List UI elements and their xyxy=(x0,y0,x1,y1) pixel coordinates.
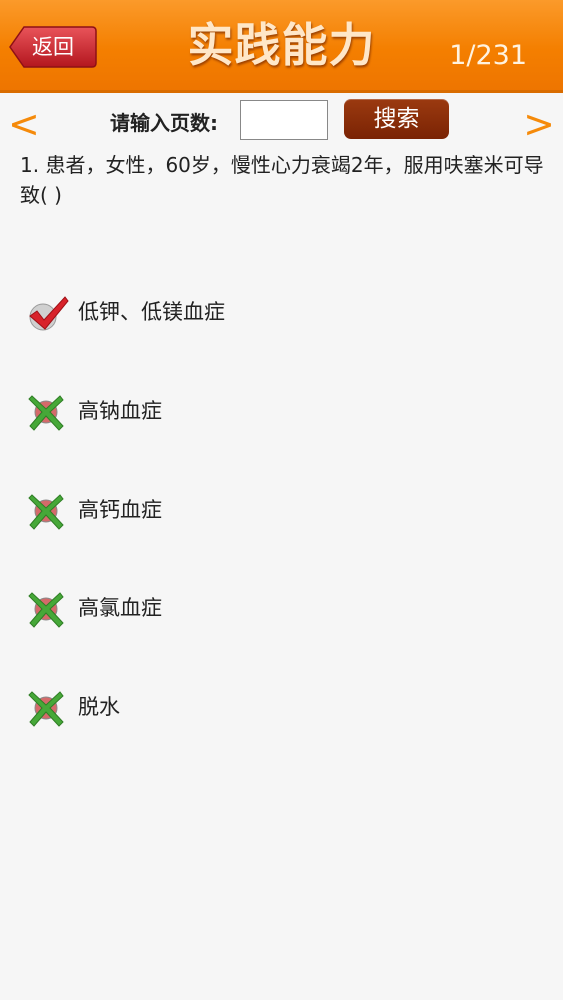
page-count: 1/231 xyxy=(449,40,527,71)
top-bar: 返回 实践能力 1/231 xyxy=(0,0,563,93)
option-label: 高钠血症 xyxy=(78,399,162,423)
option-label: 高钙血症 xyxy=(78,498,162,522)
next-page-arrow-icon[interactable]: > xyxy=(523,104,555,144)
question-text: 1. 患者，女性，60岁，慢性心力衰竭2年，服用呋塞米可导致( ) xyxy=(20,153,544,207)
option-2[interactable]: 高钠血症 xyxy=(26,390,526,434)
option-4[interactable]: 高氯血症 xyxy=(26,587,526,631)
option-3[interactable]: 高钙血症 xyxy=(26,489,526,533)
option-5[interactable]: 脱水 xyxy=(26,686,526,730)
page-number-input[interactable] xyxy=(240,100,328,140)
cross-mark-icon xyxy=(26,489,70,533)
cross-mark-icon xyxy=(26,587,70,631)
prev-page-arrow-icon[interactable]: < xyxy=(8,104,40,144)
check-mark-icon xyxy=(26,291,70,335)
cross-mark-icon xyxy=(26,390,70,434)
option-1[interactable]: 低钾、低镁血症 xyxy=(26,291,526,335)
option-label: 低钾、低镁血症 xyxy=(78,300,225,324)
option-label: 高氯血症 xyxy=(78,596,162,620)
page-number-label: 请输入页数: xyxy=(110,111,218,135)
search-button[interactable]: 搜索 xyxy=(344,99,449,139)
option-label: 脱水 xyxy=(78,695,120,719)
cross-mark-icon xyxy=(26,686,70,730)
